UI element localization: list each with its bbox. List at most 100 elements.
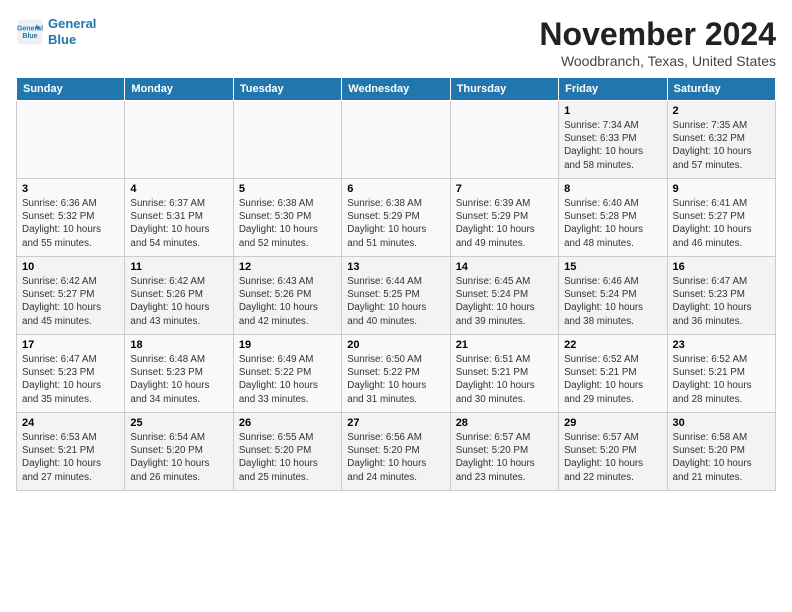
day-number: 20 <box>347 339 444 351</box>
calendar-cell: 9 Sunrise: 6:41 AM Sunset: 5:27 PM Daylig… <box>667 179 775 257</box>
day-info: Sunrise: 6:43 AM Sunset: 5:26 PM Dayligh… <box>239 275 336 328</box>
calendar-cell: 21Sunrise: 6:51 AM Sunset: 5:21 PM Dayli… <box>450 335 558 413</box>
day-info: Sunrise: 6:45 AM Sunset: 5:24 PM Dayligh… <box>456 275 553 328</box>
day-number: 19 <box>239 339 336 351</box>
day-number: 1 <box>564 105 661 117</box>
calendar-cell: 25 Sunrise: 6:54 AM Sunset: 5:20 PM Dayli… <box>125 413 233 491</box>
day-number: 8 <box>564 183 661 195</box>
page-header: General Blue GeneralBlue November 2024 W… <box>16 16 776 69</box>
day-info: Sunrise: 6:38 AM Sunset: 5:29 PM Dayligh… <box>347 197 444 250</box>
calendar-week-row: 1 Sunrise: 7:34 AM Sunset: 6:33 PM Daylig… <box>17 101 776 179</box>
day-number: 3 <box>22 183 119 195</box>
calendar-cell: 4 Sunrise: 6:37 AM Sunset: 5:31 PM Daylig… <box>125 179 233 257</box>
day-info: Sunrise: 6:41 AM Sunset: 5:27 PM Dayligh… <box>673 197 770 250</box>
calendar-week-row: 10 Sunrise: 6:42 AM Sunset: 5:27 PM Dayli… <box>17 257 776 335</box>
day-number: 18 <box>130 339 227 351</box>
calendar-cell: 24Sunrise: 6:53 AM Sunset: 5:21 PM Dayli… <box>17 413 125 491</box>
weekday-header: Monday <box>125 78 233 101</box>
day-number: 25 <box>130 417 227 429</box>
day-info: Sunrise: 6:48 AM Sunset: 5:23 PM Dayligh… <box>130 353 227 406</box>
calendar-cell: 10 Sunrise: 6:42 AM Sunset: 5:27 PM Dayli… <box>17 257 125 335</box>
calendar-cell: 20Sunrise: 6:50 AM Sunset: 5:22 PM Dayli… <box>342 335 450 413</box>
calendar-cell: 29Sunrise: 6:57 AM Sunset: 5:20 PM Dayli… <box>559 413 667 491</box>
day-number: 30 <box>673 417 770 429</box>
day-info: Sunrise: 6:46 AM Sunset: 5:24 PM Dayligh… <box>564 275 661 328</box>
calendar-cell: 8 Sunrise: 6:40 AM Sunset: 5:28 PM Daylig… <box>559 179 667 257</box>
day-number: 10 <box>22 261 119 273</box>
day-number: 7 <box>456 183 553 195</box>
calendar-cell: 19Sunrise: 6:49 AM Sunset: 5:22 PM Dayli… <box>233 335 341 413</box>
calendar-cell: 28Sunrise: 6:57 AM Sunset: 5:20 PM Dayli… <box>450 413 558 491</box>
day-info: Sunrise: 6:47 AM Sunset: 5:23 PM Dayligh… <box>673 275 770 328</box>
day-info: Sunrise: 6:37 AM Sunset: 5:31 PM Dayligh… <box>130 197 227 250</box>
day-number: 15 <box>564 261 661 273</box>
logo-icon: General Blue <box>16 18 44 46</box>
day-info: Sunrise: 7:35 AM Sunset: 6:32 PM Dayligh… <box>673 119 770 172</box>
day-number: 21 <box>456 339 553 351</box>
calendar-cell: 17 Sunrise: 6:47 AM Sunset: 5:23 PM Dayli… <box>17 335 125 413</box>
weekday-header: Saturday <box>667 78 775 101</box>
day-number: 9 <box>673 183 770 195</box>
calendar-cell: 7 Sunrise: 6:39 AM Sunset: 5:29 PM Daylig… <box>450 179 558 257</box>
day-info: Sunrise: 6:52 AM Sunset: 5:21 PM Dayligh… <box>673 353 770 406</box>
day-number: 6 <box>347 183 444 195</box>
calendar-cell <box>233 101 341 179</box>
day-info: Sunrise: 6:56 AM Sunset: 5:20 PM Dayligh… <box>347 431 444 484</box>
day-info: Sunrise: 6:52 AM Sunset: 5:21 PM Dayligh… <box>564 353 661 406</box>
calendar-table: SundayMondayTuesdayWednesdayThursdayFrid… <box>16 77 776 491</box>
day-number: 27 <box>347 417 444 429</box>
calendar-cell <box>125 101 233 179</box>
day-number: 13 <box>347 261 444 273</box>
location: Woodbranch, Texas, United States <box>539 53 776 69</box>
svg-text:Blue: Blue <box>22 33 37 40</box>
day-number: 12 <box>239 261 336 273</box>
calendar-cell: 2Sunrise: 7:35 AM Sunset: 6:32 PM Daylig… <box>667 101 775 179</box>
day-number: 26 <box>239 417 336 429</box>
day-info: Sunrise: 6:40 AM Sunset: 5:28 PM Dayligh… <box>564 197 661 250</box>
day-number: 5 <box>239 183 336 195</box>
calendar-week-row: 3Sunrise: 6:36 AM Sunset: 5:32 PM Daylig… <box>17 179 776 257</box>
calendar-cell <box>450 101 558 179</box>
logo: General Blue GeneralBlue <box>16 16 96 47</box>
calendar-cell: 22 Sunrise: 6:52 AM Sunset: 5:21 PM Dayli… <box>559 335 667 413</box>
weekday-header: Wednesday <box>342 78 450 101</box>
calendar-cell: 5Sunrise: 6:38 AM Sunset: 5:30 PM Daylig… <box>233 179 341 257</box>
calendar-cell: 11Sunrise: 6:42 AM Sunset: 5:26 PM Dayli… <box>125 257 233 335</box>
day-info: Sunrise: 6:54 AM Sunset: 5:20 PM Dayligh… <box>130 431 227 484</box>
calendar-cell: 6 Sunrise: 6:38 AM Sunset: 5:29 PM Daylig… <box>342 179 450 257</box>
day-info: Sunrise: 6:57 AM Sunset: 5:20 PM Dayligh… <box>564 431 661 484</box>
calendar-week-row: 24Sunrise: 6:53 AM Sunset: 5:21 PM Dayli… <box>17 413 776 491</box>
weekday-header-row: SundayMondayTuesdayWednesdayThursdayFrid… <box>17 78 776 101</box>
calendar-cell: 18 Sunrise: 6:48 AM Sunset: 5:23 PM Dayli… <box>125 335 233 413</box>
day-info: Sunrise: 6:42 AM Sunset: 5:27 PM Dayligh… <box>22 275 119 328</box>
calendar-cell: 30Sunrise: 6:58 AM Sunset: 5:20 PM Dayli… <box>667 413 775 491</box>
weekday-header: Friday <box>559 78 667 101</box>
calendar-cell: 12 Sunrise: 6:43 AM Sunset: 5:26 PM Dayli… <box>233 257 341 335</box>
logo-text: GeneralBlue <box>48 16 96 47</box>
calendar-cell <box>17 101 125 179</box>
calendar-cell: 3Sunrise: 6:36 AM Sunset: 5:32 PM Daylig… <box>17 179 125 257</box>
day-number: 22 <box>564 339 661 351</box>
day-info: Sunrise: 6:47 AM Sunset: 5:23 PM Dayligh… <box>22 353 119 406</box>
weekday-header: Tuesday <box>233 78 341 101</box>
calendar-cell: 26 Sunrise: 6:55 AM Sunset: 5:20 PM Dayli… <box>233 413 341 491</box>
calendar-cell: 15 Sunrise: 6:46 AM Sunset: 5:24 PM Dayli… <box>559 257 667 335</box>
svg-text:General: General <box>17 25 43 32</box>
weekday-header: Sunday <box>17 78 125 101</box>
day-info: Sunrise: 6:39 AM Sunset: 5:29 PM Dayligh… <box>456 197 553 250</box>
calendar-cell: 23 Sunrise: 6:52 AM Sunset: 5:21 PM Dayli… <box>667 335 775 413</box>
weekday-header: Thursday <box>450 78 558 101</box>
day-number: 28 <box>456 417 553 429</box>
calendar-cell <box>342 101 450 179</box>
day-info: Sunrise: 6:53 AM Sunset: 5:21 PM Dayligh… <box>22 431 119 484</box>
day-number: 14 <box>456 261 553 273</box>
day-info: Sunrise: 6:44 AM Sunset: 5:25 PM Dayligh… <box>347 275 444 328</box>
day-info: Sunrise: 6:55 AM Sunset: 5:20 PM Dayligh… <box>239 431 336 484</box>
day-info: Sunrise: 7:34 AM Sunset: 6:33 PM Dayligh… <box>564 119 661 172</box>
day-number: 4 <box>130 183 227 195</box>
month-title: November 2024 <box>539 16 776 53</box>
calendar-week-row: 17 Sunrise: 6:47 AM Sunset: 5:23 PM Dayli… <box>17 335 776 413</box>
calendar-cell: 13 Sunrise: 6:44 AM Sunset: 5:25 PM Dayli… <box>342 257 450 335</box>
day-number: 17 <box>22 339 119 351</box>
day-number: 23 <box>673 339 770 351</box>
